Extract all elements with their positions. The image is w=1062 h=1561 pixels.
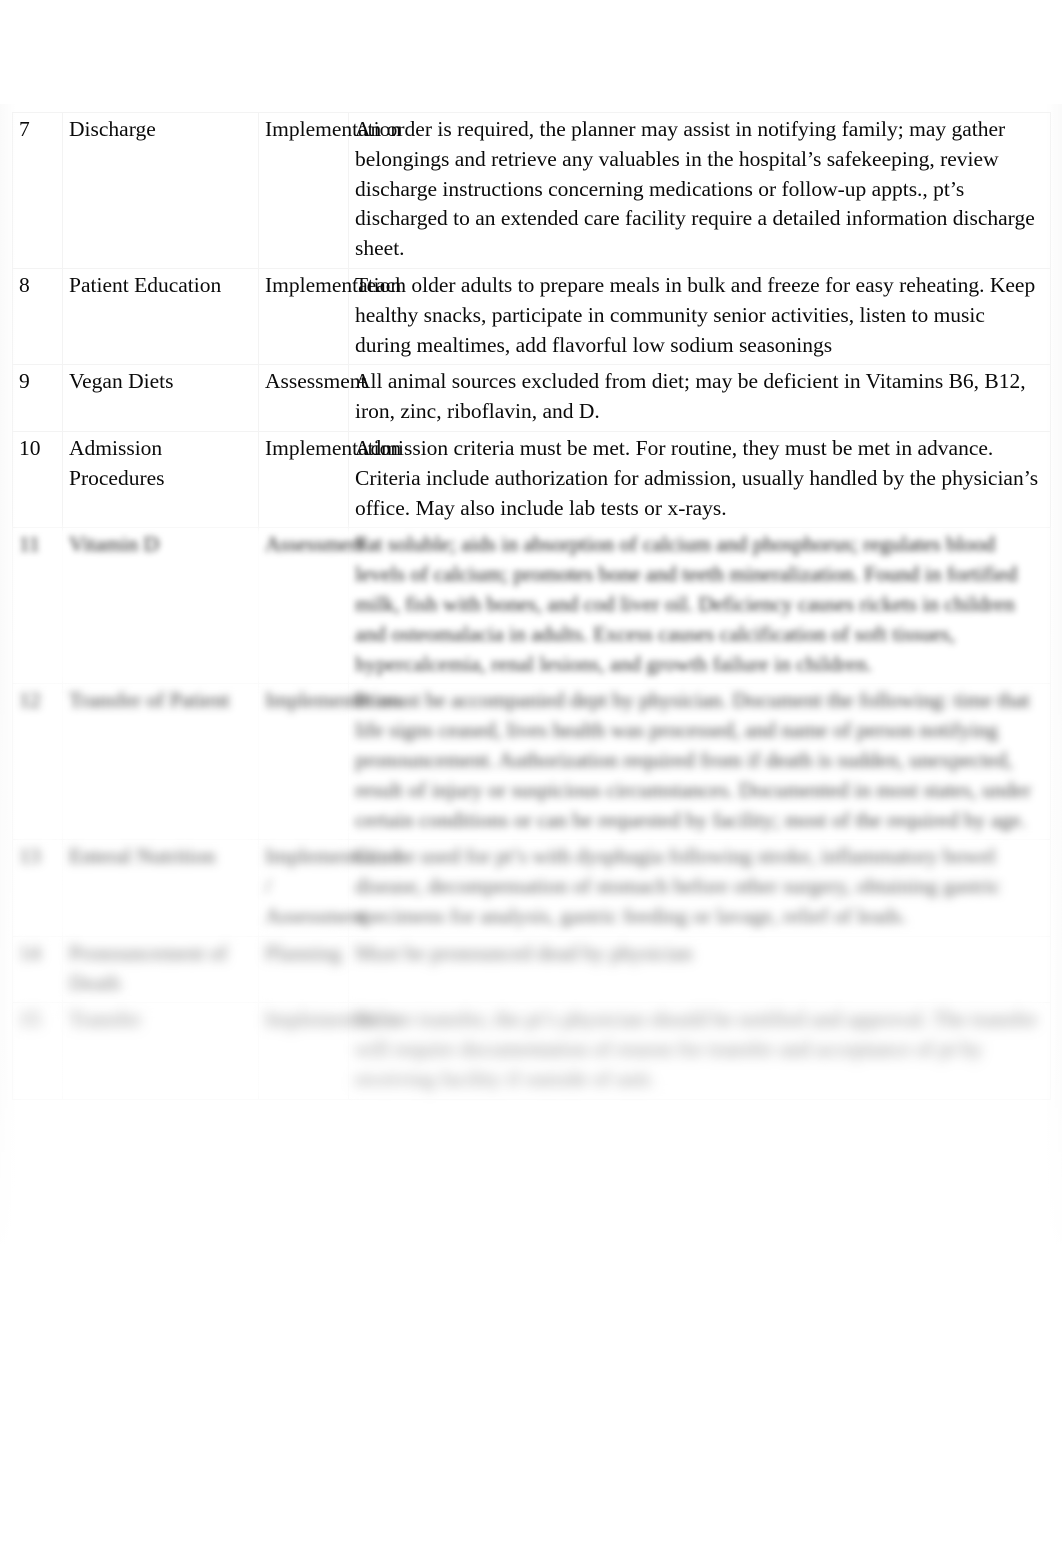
document-page: 7 Discharge Implementation An order is r… <box>0 0 1062 1561</box>
row-phase: Implementation <box>258 430 401 529</box>
table-row-obscured: 11 Vitamin D Assessment Fat soluble; aid… <box>12 527 1051 685</box>
row-topic: Vitamin D <box>62 527 259 685</box>
row-phase: Implementation <box>258 683 401 841</box>
row-topic: Enteral Nutrition <box>62 839 259 937</box>
row-description: Must be pronounced dead by physician <box>348 935 1051 1004</box>
row-description: Before transfer, the pt’s physician shou… <box>348 1002 1051 1100</box>
table-row-obscured: 12 Transfer of Patient Implementation Pt… <box>12 683 1051 841</box>
row-topic: Discharge <box>62 112 259 269</box>
row-description: Teach older adults to prepare meals in b… <box>348 267 1051 366</box>
table-row: 10 Admission Procedures Implementation A… <box>12 430 1051 529</box>
row-topic: Transfer of Patient <box>62 683 259 841</box>
row-number: 7 <box>12 112 63 269</box>
row-description: Fat soluble; aids in absorption of calci… <box>348 527 1051 685</box>
row-number: 15 <box>12 1002 63 1100</box>
row-phase: Planning <box>258 935 349 1004</box>
row-topic: Admission Procedures <box>62 430 259 529</box>
table-body: 7 Discharge Implementation An order is r… <box>12 112 1051 1100</box>
row-number: 13 <box>12 839 63 937</box>
row-topic: Vegan Diets <box>62 364 259 432</box>
row-number: 12 <box>12 683 63 841</box>
row-description: Admission criteria must be met. For rout… <box>348 430 1051 529</box>
row-number: 14 <box>12 935 63 1004</box>
row-number: 9 <box>12 364 63 432</box>
nursing-reference-table: 7 Discharge Implementation An order is r… <box>12 112 1051 1100</box>
row-number: 8 <box>12 267 63 366</box>
row-description: Can be used for pt’s with dysphagia foll… <box>348 839 1051 937</box>
row-phase: Implementation <box>258 267 401 366</box>
row-description: Pt must be accompanied dept by physician… <box>348 683 1051 841</box>
row-topic: Transfer <box>62 1002 259 1100</box>
row-number: 10 <box>12 430 63 529</box>
table-row: 8 Patient Education Implementation Teach… <box>12 267 1051 366</box>
row-description: An order is required, the planner may as… <box>348 112 1051 269</box>
table-row: 7 Discharge Implementation An order is r… <box>12 112 1051 269</box>
row-phase: Assessment <box>258 527 367 685</box>
row-description: All animal sources excluded from diet; m… <box>348 364 1051 432</box>
table-row-obscured: 15 Transfer Implementation Before transf… <box>12 1002 1051 1100</box>
row-phase: Assessment <box>258 364 367 432</box>
row-topic: Pronouncement of Death <box>62 935 259 1004</box>
row-topic: Patient Education <box>62 267 259 366</box>
row-phase: Implementation / Assessment <box>258 839 401 937</box>
row-phase: Implementation <box>258 112 401 269</box>
row-phase: Implementation <box>258 1002 401 1100</box>
table-row-obscured: 13 Enteral Nutrition Implementation / As… <box>12 839 1051 937</box>
row-number: 11 <box>12 527 63 685</box>
table-row-obscured: 14 Pronouncement of Death Planning Must … <box>12 935 1051 1004</box>
table-row: 9 Vegan Diets Assessment All animal sour… <box>12 364 1051 432</box>
